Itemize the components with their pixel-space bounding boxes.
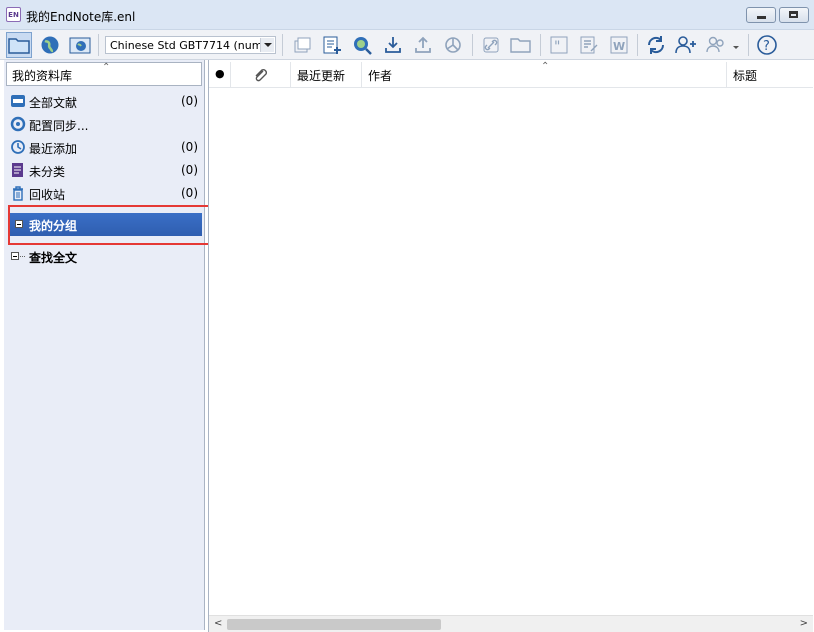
chevron-down-icon (260, 38, 274, 52)
find-full-text-button[interactable] (440, 32, 466, 58)
format-bibliography-button[interactable] (576, 32, 602, 58)
sidebar-item-label: 配置同步... (29, 119, 89, 133)
title-bar: EN 我的EndNote库.enl (0, 0, 814, 30)
collapse-caret-icon: ⌃ (102, 62, 111, 73)
horizontal-scrollbar[interactable]: < > (209, 615, 813, 632)
sidebar-item-recently-added[interactable]: 最近添加 (0) (10, 137, 202, 157)
library-globe-icon (69, 37, 91, 54)
new-reference-icon (323, 36, 341, 54)
sort-ascending-icon: ⌃ (541, 61, 550, 72)
svg-text:": " (554, 39, 560, 55)
sidebar-item-trash[interactable]: 回收站 (0) (10, 183, 202, 203)
return-to-word-button[interactable]: W (606, 32, 632, 58)
link-icon (483, 37, 499, 53)
library-header[interactable]: 我的资料库 ⌃ (6, 62, 202, 86)
sidebar-item-label: 全部文献 (29, 96, 78, 110)
users-dropdown-icon (706, 36, 739, 53)
reference-list-pane: ● 最近更新 作者 ⌃ 标题 < > (208, 60, 814, 632)
sidebar-item-count: (0) (181, 140, 198, 154)
local-library-mode-button[interactable] (6, 32, 32, 58)
sync-icon (647, 36, 665, 54)
sharing-options-button[interactable] (704, 32, 740, 58)
output-style-value: Chinese Std GBT7714 (numeri (110, 39, 260, 52)
open-link-button[interactable] (478, 32, 504, 58)
paperclip-icon (255, 69, 267, 82)
minimize-button[interactable] (746, 7, 776, 23)
read-status-dot-icon: ● (215, 67, 225, 80)
all-references-icon (11, 95, 25, 107)
scrollbar-thumb[interactable] (227, 619, 441, 630)
insert-citation-button[interactable]: " (546, 32, 572, 58)
sidebar-item-count: (0) (181, 186, 198, 200)
library-sidebar: 我的资料库 ⌃ 全部文献 (0) 配置同步... 最近添加 (0) 未分类 (0… (4, 60, 205, 630)
toolbar: Chinese Std GBT7714 (numeri " W (0, 30, 814, 60)
sidebar-item-count: (0) (181, 163, 198, 177)
new-reference-button[interactable] (319, 32, 345, 58)
share-library-button[interactable] (673, 32, 699, 58)
sidebar-item-label: 回收站 (29, 188, 66, 202)
scroll-left-icon[interactable]: < (214, 618, 222, 629)
sidebar-item-count: (0) (181, 94, 198, 108)
sidebar-item-unfiled[interactable]: 未分类 (0) (10, 160, 202, 180)
my-groups-row[interactable]: 我的分组 (10, 213, 202, 236)
svg-text:?: ? (763, 39, 770, 54)
word-icon: W (610, 36, 628, 54)
quote-icon: " (550, 36, 568, 55)
column-label: 标题 (733, 69, 758, 83)
library-header-label: 我的资料库 (12, 69, 73, 83)
endnote-app-icon: EN (6, 7, 21, 22)
online-search-mode-button[interactable] (37, 32, 63, 58)
copy-to-local-button[interactable] (289, 32, 315, 58)
unfiled-icon (12, 163, 23, 177)
globe-icon (41, 36, 59, 54)
trash-icon (13, 186, 23, 201)
column-last-updated[interactable]: 最近更新 (291, 62, 362, 88)
svg-text:W: W (613, 40, 625, 53)
column-label: 作者 (368, 69, 393, 83)
reference-table-header: ● 最近更新 作者 ⌃ 标题 (209, 61, 813, 88)
sidebar-item-configure-sync[interactable]: 配置同步... (10, 114, 202, 134)
scroll-right-icon[interactable]: > (800, 618, 808, 629)
column-attachment[interactable] (231, 62, 291, 88)
open-folder-icon (510, 38, 531, 53)
format-bibliography-icon (580, 36, 598, 54)
column-title[interactable]: 标题 (727, 62, 813, 88)
column-read-status[interactable]: ● (209, 62, 231, 88)
find-full-text-icon (445, 37, 461, 53)
my-groups-label: 我的分组 (29, 219, 78, 233)
column-label: 最近更新 (297, 69, 346, 83)
window-title: 我的EndNote库.enl (26, 10, 136, 24)
collapse-toggle-icon[interactable] (11, 252, 19, 260)
integrated-library-mode-button[interactable] (67, 32, 93, 58)
configure-sync-icon (10, 116, 26, 132)
export-button[interactable] (410, 32, 436, 58)
globe-search-icon (354, 37, 372, 55)
collapse-toggle-icon[interactable] (15, 220, 23, 228)
recently-added-icon (11, 140, 25, 154)
help-icon: ? (757, 35, 777, 55)
open-file-button[interactable] (508, 32, 534, 58)
add-user-icon (675, 36, 696, 54)
find-full-text-label: 查找全文 (29, 251, 78, 265)
copy-to-local-icon (294, 37, 311, 53)
sidebar-item-label: 最近添加 (29, 142, 78, 156)
help-button[interactable]: ? (754, 32, 780, 58)
find-full-text-row[interactable]: 查找全文 (10, 246, 202, 266)
sync-button[interactable] (643, 32, 669, 58)
sidebar-item-label: 未分类 (29, 165, 66, 179)
folder-icon (8, 38, 30, 54)
sidebar-item-all-references[interactable]: 全部文献 (0) (10, 91, 202, 111)
output-style-select[interactable]: Chinese Std GBT7714 (numeri (105, 36, 276, 54)
maximize-button[interactable] (779, 7, 809, 23)
online-search-button[interactable] (349, 32, 375, 58)
import-icon (385, 37, 401, 53)
export-icon (415, 36, 431, 53)
import-button[interactable] (380, 32, 406, 58)
